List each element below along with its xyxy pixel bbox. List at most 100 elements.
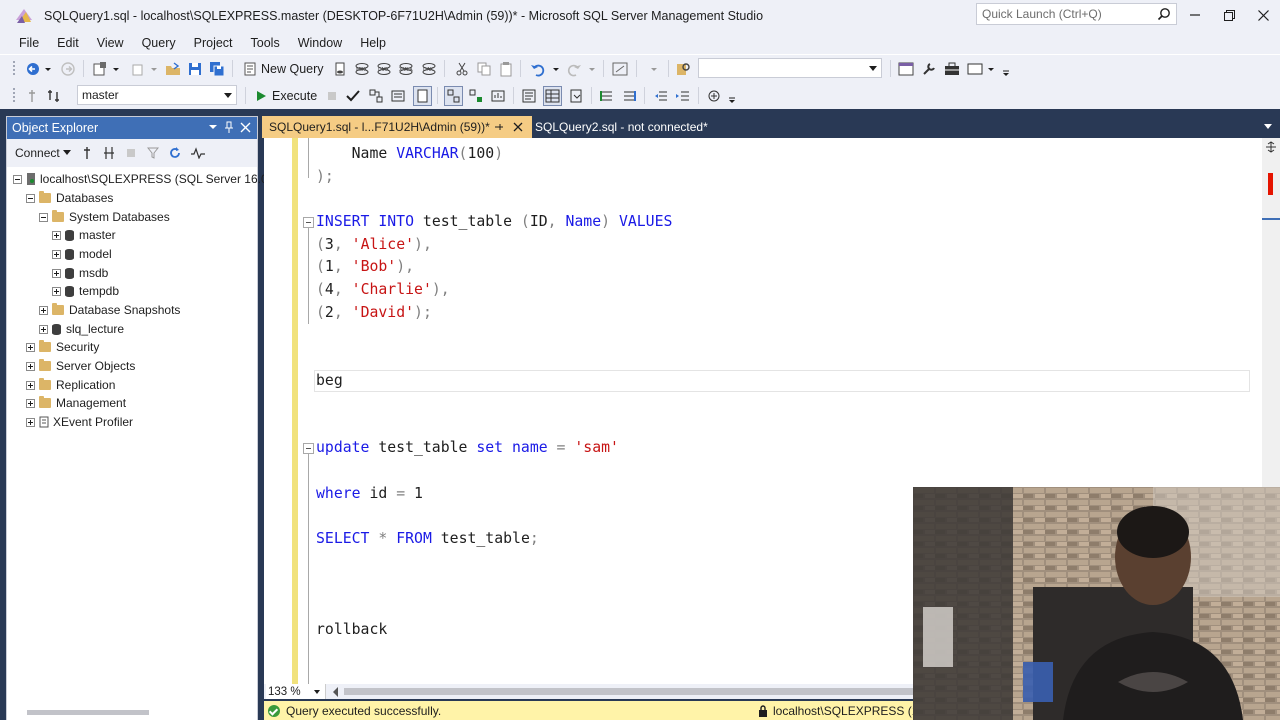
toolbar-grip[interactable] [12, 87, 16, 104]
expand-toggle[interactable] [26, 342, 35, 352]
chevron-down-icon[interactable] [552, 61, 560, 77]
connect-dropdown-button[interactable]: Connect [15, 146, 60, 160]
expand-toggle[interactable] [26, 380, 35, 390]
specify-template-values-icon[interactable] [707, 88, 723, 104]
new-query-button[interactable]: New Query [261, 62, 324, 76]
redo-icon[interactable] [566, 61, 582, 77]
toolbar-grip[interactable] [12, 60, 16, 77]
toolbar-options-icon[interactable] [728, 88, 736, 104]
available-databases-select[interactable]: master [77, 85, 237, 105]
tree-node-msdb[interactable]: msdb [52, 264, 108, 282]
uncomment-icon[interactable] [621, 88, 637, 104]
increase-indent-icon[interactable] [675, 88, 691, 104]
new-project-icon[interactable] [92, 61, 108, 77]
close-icon[interactable] [513, 122, 523, 132]
paste-icon[interactable] [498, 61, 514, 77]
refresh-icon[interactable] [168, 146, 182, 160]
estimated-plan-icon[interactable] [368, 88, 384, 104]
results-to-grid-icon[interactable] [543, 86, 562, 106]
chevron-down-icon[interactable] [987, 61, 995, 77]
split-window-icon[interactable] [1265, 141, 1277, 153]
connect-icon[interactable] [81, 146, 93, 160]
results-to-file-icon[interactable] [568, 88, 584, 104]
code-line[interactable]: beg [316, 371, 343, 391]
forward-arrow-icon[interactable] [60, 61, 76, 77]
new-query-icon[interactable] [242, 61, 258, 77]
window-layout-icon[interactable] [967, 61, 983, 77]
expand-toggle[interactable] [39, 305, 48, 315]
pin-icon[interactable] [494, 122, 504, 132]
add-item-icon[interactable] [130, 61, 146, 77]
chevron-down-icon[interactable] [588, 61, 596, 77]
code-line[interactable]: (2, 'David'); [316, 303, 432, 323]
decrease-indent-icon[interactable] [653, 88, 669, 104]
collapse-toggle[interactable] [39, 212, 48, 222]
activity-monitor-icon[interactable] [190, 147, 205, 159]
properties-window-icon[interactable] [898, 61, 914, 77]
close-window-button[interactable] [1246, 0, 1280, 30]
code-line[interactable]: SELECT * FROM test_table; [316, 529, 539, 549]
code-line[interactable]: rollback [316, 620, 387, 640]
scrollbar-thumb[interactable] [344, 688, 924, 695]
menu-edit[interactable]: Edit [48, 36, 88, 50]
toolbar-options-icon[interactable] [1002, 61, 1010, 77]
wrench-icon[interactable] [921, 61, 937, 77]
expand-toggle[interactable] [52, 268, 61, 278]
tree-node-system-databases[interactable]: System Databases [39, 208, 170, 226]
cut-icon[interactable] [454, 61, 470, 77]
menu-tools[interactable]: Tools [242, 36, 289, 50]
execute-button[interactable]: Execute [272, 89, 317, 103]
chevron-down-icon[interactable] [112, 61, 120, 77]
open-file-icon[interactable] [165, 61, 181, 77]
scroll-left-icon[interactable] [332, 687, 340, 697]
object-explorer-hscrollbar[interactable] [7, 707, 257, 717]
disconnect-icon[interactable] [103, 146, 115, 160]
minimize-button[interactable] [1178, 0, 1212, 30]
tree-node-xevent-profiler[interactable]: XEvent Profiler [26, 413, 133, 431]
filter-icon[interactable] [146, 147, 159, 159]
dax-query-icon[interactable]: DAX [421, 61, 437, 77]
live-query-stats-icon[interactable] [468, 88, 484, 104]
code-line[interactable]: Name VARCHAR(100) [316, 144, 504, 164]
expand-toggle[interactable] [39, 324, 48, 334]
tree-node-server-objects[interactable]: Server Objects [26, 357, 135, 375]
connect-icon[interactable] [24, 88, 40, 104]
results-to-text-icon[interactable] [521, 88, 537, 104]
code-line[interactable]: (1, 'Bob'), [316, 257, 414, 277]
toolbox-icon[interactable] [944, 61, 960, 77]
tree-node-replication[interactable]: Replication [26, 376, 115, 394]
xmla-query-icon[interactable]: XMLA [398, 61, 414, 77]
expand-toggle[interactable] [26, 398, 35, 408]
tree-node-tempdb[interactable]: tempdb [52, 282, 119, 300]
code-line[interactable]: update test_table set name = 'sam' [316, 438, 619, 458]
mdx-query-icon[interactable]: MDX [354, 61, 370, 77]
save-icon[interactable] [187, 61, 203, 77]
tree-node-server[interactable]: localhost\SQLEXPRESS (SQL Server 16.0.1 [13, 170, 278, 188]
parse-checkmark-icon[interactable] [345, 88, 361, 104]
code-line[interactable]: (3, 'Alice'), [316, 235, 432, 255]
chevron-down-icon[interactable] [44, 61, 52, 77]
code-line[interactable]: where id = 1 [316, 484, 423, 504]
menu-help[interactable]: Help [351, 36, 395, 50]
code-line[interactable]: (4, 'Charlie'), [316, 280, 450, 300]
tab-sqlquery2[interactable]: SQLQuery2.sql - not connected* [535, 116, 708, 138]
db-engine-query-icon[interactable] [332, 61, 348, 77]
expand-toggle[interactable] [52, 230, 61, 240]
tree-node-database-snapshots[interactable]: Database Snapshots [39, 301, 180, 319]
undo-icon[interactable] [530, 61, 546, 77]
tab-sqlquery1[interactable]: SQLQuery1.sql - l...F71U2H\Admin (59))* [262, 116, 532, 138]
pin-icon[interactable] [224, 121, 234, 133]
zoom-select[interactable]: 133 % [266, 684, 326, 699]
window-position-dropdown-icon[interactable] [208, 122, 218, 132]
expand-toggle[interactable] [26, 417, 35, 427]
outline-collapse-toggle[interactable] [303, 443, 314, 454]
tree-node-master[interactable]: master [52, 226, 116, 244]
back-arrow-icon[interactable] [25, 61, 41, 77]
close-icon[interactable] [240, 122, 251, 133]
menu-query[interactable]: Query [133, 36, 185, 50]
menu-window[interactable]: Window [289, 36, 351, 50]
cancel-query-icon[interactable] [324, 88, 340, 104]
dmx-query-icon[interactable]: DMX [376, 61, 392, 77]
expand-toggle[interactable] [52, 286, 61, 296]
chevron-down-icon[interactable] [1264, 124, 1272, 129]
